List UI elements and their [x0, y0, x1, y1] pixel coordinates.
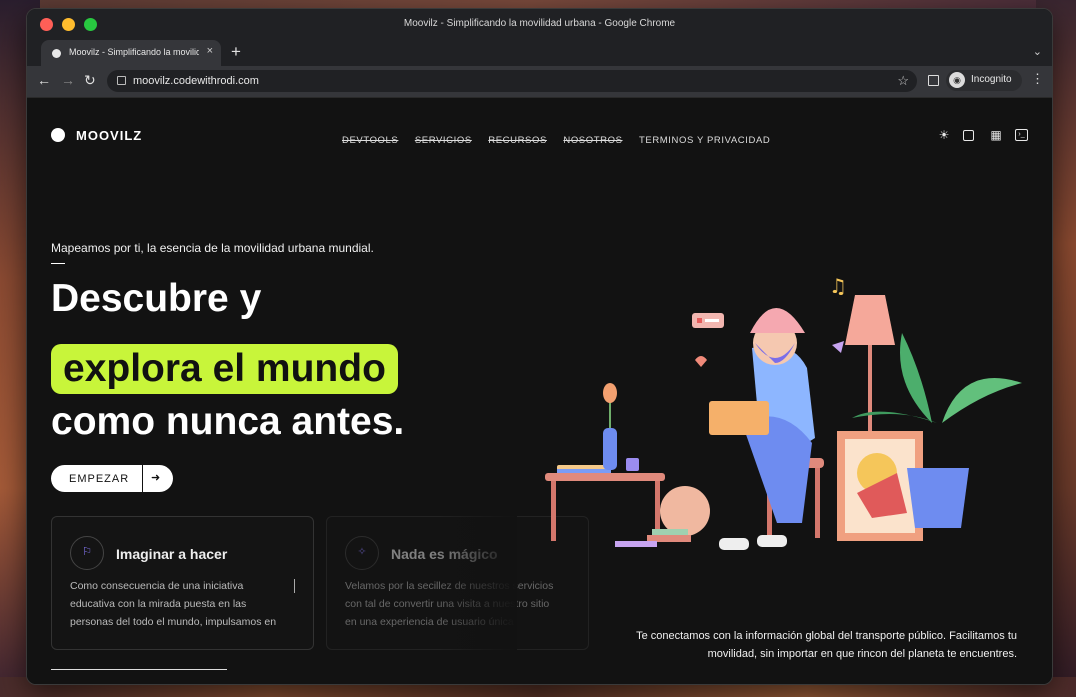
back-button[interactable]: ← — [37, 72, 51, 88]
nav-servicios[interactable]: SERVICIOS — [415, 135, 472, 146]
tab-close-icon[interactable]: × — [207, 45, 213, 57]
reload-button[interactable]: ↻ — [84, 72, 96, 89]
flag-icon: ⚐ — [82, 546, 92, 558]
hero-subtitle: Mapeamos por ti, la esencia de la movili… — [51, 241, 374, 255]
magic-wand-icon: ✧ — [357, 546, 367, 558]
incognito-label: Incognito — [971, 74, 1012, 85]
brand-name[interactable]: MOOVILZ — [76, 128, 142, 143]
hero-highlight: explora el mundo — [51, 344, 398, 394]
nav-nosotros[interactable]: NOSOTROS — [563, 135, 622, 146]
window-title: Moovilz - Simplificando la movilidad urb… — [403, 18, 676, 29]
tab-search-chevron-icon[interactable]: ⌄ — [1033, 45, 1042, 58]
card-title: Imaginar a hacer — [116, 546, 228, 562]
address-bar[interactable]: moovilz.codewithrodi.com ☆ — [107, 70, 917, 92]
arrow-right-icon: ➜ — [151, 472, 161, 484]
card-icon-ring: ⚐ — [70, 536, 104, 570]
chrome-menu-icon[interactable]: ⋮ — [1031, 71, 1044, 87]
browser-toolbar: ← → ↻ moovilz.codewithrodi.com ☆ ◉ Incog… — [27, 66, 1052, 98]
forward-button[interactable]: → — [61, 72, 75, 88]
brand-logo-icon[interactable] — [51, 128, 65, 142]
text-cursor — [294, 579, 295, 593]
main-navigation: DEVTOOLS SERVICIOS RECURSOS NOSOTROS TER… — [342, 130, 782, 148]
hero-headline-line1: Descubre y — [51, 277, 262, 320]
tab-moovilz[interactable]: Moovilz - Simplificando la movilidad urb… — [41, 40, 221, 66]
url-text[interactable]: moovilz.codewithrodi.com — [133, 75, 259, 87]
tab-strip: Moovilz - Simplificando la movilidad urb… — [27, 40, 1052, 66]
cta-divider — [142, 465, 143, 492]
nav-terminos-privacidad[interactable]: TERMINOS Y PRIVACIDAD — [639, 135, 770, 146]
tab-title: Moovilz - Simplificando la movilidad urb… — [69, 47, 199, 57]
hero-illustration: ♫ — [545, 274, 1022, 550]
card-icon-ring: ✧ — [345, 536, 379, 570]
subtitle-divider — [51, 263, 65, 264]
webpage: MOOVILZ DEVTOOLS SERVICIOS RECURSOS NOSO… — [27, 98, 1052, 684]
hero-headline-line2: explora el mundo — [63, 347, 386, 390]
empezar-label: EMPEZAR — [69, 473, 130, 485]
terminal-icon[interactable]: ›_ — [1015, 129, 1028, 141]
empezar-button[interactable]: EMPEZAR ➜ — [51, 465, 173, 492]
hero-tagline: Te conectamos con la información global … — [636, 630, 1017, 660]
feature-card[interactable]: ⚐ Imaginar a hacer Como consecuencia de … — [51, 516, 314, 650]
qr-icon[interactable]: ▦ — [989, 128, 1003, 142]
bookmark-star-icon[interactable]: ☆ — [897, 73, 909, 89]
incognito-profile-button[interactable]: ◉ Incognito — [946, 70, 1022, 91]
card-body: Como consecuencia de una iniciativa educ… — [70, 580, 277, 628]
carousel-fade — [437, 508, 517, 658]
new-tab-button[interactable]: + — [231, 42, 241, 62]
favicon-icon — [52, 49, 61, 58]
svg-text:♫: ♫ — [829, 274, 847, 298]
nav-devtools[interactable]: DEVTOOLS — [342, 135, 398, 146]
nav-recursos[interactable]: RECURSOS — [488, 135, 547, 146]
carousel-progress-bar — [51, 669, 227, 670]
square-icon[interactable] — [963, 130, 974, 141]
sun-icon[interactable]: ☀ — [937, 128, 951, 142]
browser-window: Moovilz - Simplificando la movilidad urb… — [26, 8, 1053, 685]
lock-icon[interactable] — [117, 76, 126, 85]
incognito-icon: ◉ — [949, 72, 965, 88]
hero-headline-line3: como nunca antes. — [51, 400, 405, 443]
side-panel-icon[interactable] — [928, 75, 939, 86]
title-bar: Moovilz - Simplificando la movilidad urb… — [27, 9, 1052, 40]
